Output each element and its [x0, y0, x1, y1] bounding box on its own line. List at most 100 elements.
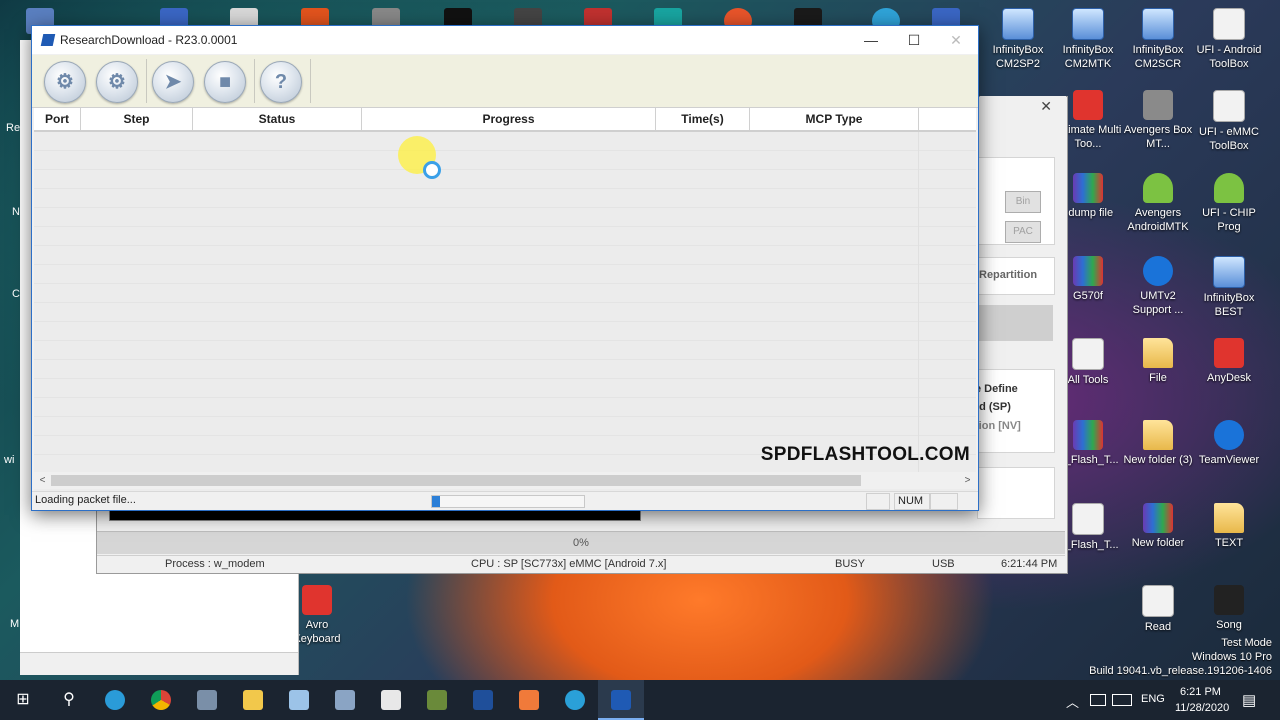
- icon-label: New folder: [1131, 537, 1185, 549]
- scroll-right-icon[interactable]: >: [959, 472, 976, 489]
- icon-label: New folder (3): [1123, 454, 1193, 466]
- load-packet-button[interactable]: ⚙: [96, 61, 138, 103]
- progress-fill: [432, 496, 440, 507]
- icon-label: UFI - Android ToolBox: [1196, 44, 1262, 70]
- left-edge-label: M: [10, 618, 20, 630]
- desktop-icon-infinitybox-cm2scr[interactable]: InfinityBox CM2SCR: [1122, 8, 1194, 71]
- archive-icon: [1073, 256, 1103, 286]
- icon-label: TeamViewer: [1198, 454, 1260, 466]
- desktop-icon-infinitybox-best[interactable]: InfinityBox BEST: [1193, 256, 1265, 319]
- taskbar-chrome-icon[interactable]: [138, 680, 184, 720]
- icon-label: All Tools: [1067, 374, 1109, 386]
- minimize-button[interactable]: —: [849, 26, 893, 54]
- taskbar-app-icon[interactable]: [552, 680, 598, 720]
- watermark-line-3: Build 19041.vb_release.191206-1406: [1089, 665, 1272, 677]
- desktop-icon-new-folder-3[interactable]: New folder (3): [1122, 420, 1194, 467]
- desktop-icon-ufi-chip[interactable]: UFI - CHIP Prog: [1193, 173, 1265, 234]
- icon-label: UMTv2 Support ...: [1132, 290, 1184, 316]
- teamviewer-icon: [1214, 420, 1244, 450]
- app-icon: [1072, 8, 1104, 40]
- taskbar-app-icon[interactable]: [414, 680, 460, 720]
- icon-label: UFI - CHIP Prog: [1202, 207, 1256, 233]
- play-arrow-icon: ➤: [164, 71, 182, 93]
- search-icon[interactable]: ⚲: [46, 680, 92, 720]
- folder-icon: [1143, 338, 1173, 368]
- column-time[interactable]: Time(s): [656, 108, 750, 130]
- window-bottom-strip: [20, 652, 298, 675]
- help-button[interactable]: ?: [260, 61, 302, 103]
- loading-progress-bar: [431, 495, 585, 508]
- close-icon[interactable]: ✕: [1040, 98, 1052, 115]
- icon-label: InfinityBox CM2SCR: [1132, 44, 1184, 70]
- icon-label: TEXT: [1214, 537, 1244, 549]
- column-status[interactable]: Status: [193, 108, 362, 130]
- desktop-icon-anydesk[interactable]: AnyDesk: [1193, 338, 1265, 385]
- app-icon: [1002, 8, 1034, 40]
- desktop-icon-new-folder[interactable]: New folder: [1122, 503, 1194, 550]
- toolbar: ⚙ ⚙ ➤ ■ ?: [32, 55, 978, 108]
- start-button[interactable]: ➤: [152, 61, 194, 103]
- desktop-icon-file[interactable]: File: [1122, 338, 1194, 385]
- taskbar: ⊞ ⚲ ︿ ENG 6:21 PM 11/28/2020 ▤: [0, 680, 1280, 720]
- taskbar-edge-icon[interactable]: [92, 680, 138, 720]
- taskbar-app-icon[interactable]: [322, 680, 368, 720]
- icon-label: l dump file: [1062, 207, 1114, 219]
- pac-button[interactable]: PAC: [1005, 221, 1041, 243]
- desktop-icon-avengers-android[interactable]: Avengers AndroidMTK: [1122, 173, 1194, 234]
- taskbar-app-icon[interactable]: [460, 680, 506, 720]
- clock-time[interactable]: 6:21 PM: [1180, 686, 1221, 698]
- network-icon[interactable]: [1090, 694, 1106, 706]
- maximize-button[interactable]: ☐: [892, 26, 936, 54]
- keyboard-icon[interactable]: [1112, 694, 1132, 706]
- file-icon: [1072, 503, 1104, 535]
- desktop-icon-text[interactable]: TEXT: [1193, 503, 1265, 550]
- bin-button[interactable]: Bin: [1005, 191, 1041, 213]
- start-button[interactable]: ⊞: [0, 680, 46, 720]
- column-progress[interactable]: Progress: [362, 108, 656, 130]
- desktop-icon-song[interactable]: Song: [1193, 585, 1265, 632]
- windows-watermark: Test Mode Windows 10 Pro Build 19041.vb_…: [1089, 636, 1272, 678]
- icon-label: G570f: [1073, 290, 1103, 302]
- title-bar: ResearchDownload - R23.0.0001 — ☐ ✕: [32, 26, 978, 54]
- close-button[interactable]: ✕: [934, 26, 978, 54]
- settings-button[interactable]: ⚙: [44, 61, 86, 103]
- clock-date[interactable]: 11/28/2020: [1175, 702, 1229, 714]
- column-port[interactable]: Port: [34, 108, 81, 130]
- watermark-text: SPDFLASHTOOL.COM: [760, 444, 970, 465]
- android-icon: [1143, 173, 1173, 203]
- app-icon: [302, 585, 332, 615]
- taskbar-app-icon[interactable]: [368, 680, 414, 720]
- taskbar-app-icon[interactable]: [276, 680, 322, 720]
- desktop-icon-ufi-emmc[interactable]: UFI - eMMC ToolBox: [1193, 90, 1265, 153]
- gears-icon: ⚙: [108, 71, 126, 93]
- status-cell-empty: [930, 493, 958, 510]
- taskbar-explorer-icon[interactable]: [230, 680, 276, 720]
- column-mcp-type[interactable]: MCP Type: [750, 108, 919, 130]
- desktop-icon-infinitybox-cm2sp2[interactable]: InfinityBox CM2SP2: [982, 8, 1054, 71]
- stop-button[interactable]: ■: [204, 61, 246, 103]
- scroll-thumb[interactable]: [51, 475, 861, 486]
- app-icon: [1073, 90, 1103, 120]
- flash-status-bar: Process : w_modem CPU : SP [SC773x] eMMC…: [97, 555, 1065, 573]
- tray-overflow-icon[interactable]: ︿: [1066, 692, 1079, 711]
- icon-label: Avengers Box MT...: [1123, 124, 1193, 150]
- desktop-icon-infinitybox-cm2mtk[interactable]: InfinityBox CM2MTK: [1052, 8, 1124, 71]
- language-indicator[interactable]: ENG: [1141, 693, 1165, 705]
- desktop-icon-avengers-box[interactable]: Avengers Box MT...: [1122, 90, 1194, 151]
- scroll-left-icon[interactable]: <: [34, 472, 51, 489]
- notification-icon[interactable]: ▤: [1242, 691, 1256, 709]
- archive-icon: [1143, 503, 1173, 533]
- back-gray-block: [977, 305, 1053, 341]
- window-title: ResearchDownload - R23.0.0001: [60, 33, 238, 47]
- archive-icon: [1073, 173, 1103, 203]
- horizontal-scrollbar[interactable]: < >: [34, 472, 976, 489]
- desktop-icon-umtv2[interactable]: UMTv2 Support ...: [1122, 256, 1194, 317]
- taskbar-app-icon[interactable]: [184, 680, 230, 720]
- column-step[interactable]: Step: [81, 108, 193, 130]
- desktop-icon-ufi-android[interactable]: UFI - Android ToolBox: [1193, 8, 1265, 71]
- file-icon: [1142, 585, 1174, 617]
- taskbar-app-icon[interactable]: [506, 680, 552, 720]
- desktop-icon-teamviewer[interactable]: TeamViewer: [1193, 420, 1265, 467]
- taskbar-researchdownload-icon[interactable]: [598, 680, 644, 720]
- desktop-icon-read[interactable]: Read: [1122, 585, 1194, 634]
